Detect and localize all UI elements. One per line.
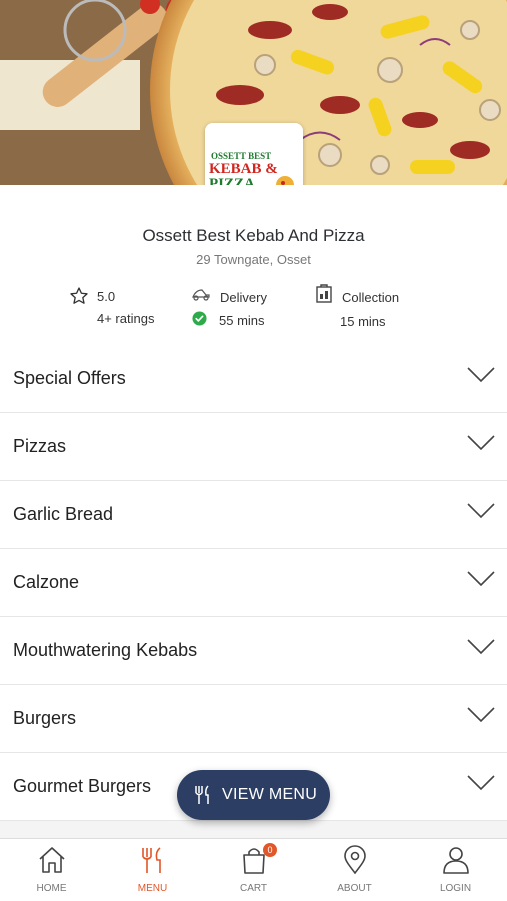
chevron-down-icon[interactable]	[467, 707, 495, 728]
collection-time: 15 mins	[340, 314, 386, 329]
tab-menu[interactable]: MENU	[102, 839, 203, 901]
svg-text:OSSETT BEST: OSSETT BEST	[211, 151, 271, 161]
category-calzone[interactable]: Calzone	[0, 549, 507, 617]
category-mouthwatering-kebabs[interactable]: Mouthwatering Kebabs	[0, 617, 507, 685]
chevron-down-icon[interactable]	[467, 503, 495, 524]
chevron-down-icon[interactable]	[467, 367, 495, 388]
category-garlic-bread[interactable]: Garlic Bread	[0, 481, 507, 549]
tab-home[interactable]: HOME	[1, 839, 102, 901]
chevron-down-icon[interactable]	[467, 639, 495, 660]
rating-value: 5.0	[97, 289, 116, 304]
bottom-tab-bar: HOME MENU CART 0 ABOUT LOGIN	[0, 838, 507, 901]
check-circle-icon	[192, 311, 207, 329]
category-label: Pizzas	[13, 436, 67, 456]
tab-label: ABOUT	[337, 883, 372, 894]
category-pizzas[interactable]: Pizzas	[0, 413, 507, 481]
user-icon	[441, 845, 471, 880]
home-icon	[37, 845, 67, 880]
category-label: Burgers	[13, 708, 77, 728]
collection-label: Collection	[342, 290, 400, 305]
utensils-icon	[193, 785, 213, 810]
tab-label: MENU	[137, 883, 168, 894]
star-icon	[69, 286, 89, 309]
svg-text:KEBAB &: KEBAB &	[209, 161, 278, 177]
tab-about[interactable]: ABOUT	[304, 839, 405, 901]
chevron-down-icon[interactable]	[467, 435, 495, 456]
category-label: Mouthwatering Kebabs	[13, 640, 198, 660]
chevron-down-icon[interactable]	[467, 571, 495, 592]
ratings-count: 4+ ratings	[97, 311, 155, 326]
view-menu-button[interactable]: VIEW MENU	[177, 770, 330, 820]
utensils-icon	[138, 845, 168, 880]
delivery-scooter-icon	[191, 286, 211, 305]
category-label: Gourmet Burgers	[13, 776, 152, 796]
tab-label: LOGIN	[439, 883, 472, 894]
menu-category-list: Special Offers Pizzas Garlic Bread Calzo…	[0, 345, 507, 821]
category-label: Special Offers	[13, 368, 126, 388]
map-pin-icon	[340, 845, 370, 880]
restaurant-address: 29 Towngate, Osset	[196, 252, 311, 267]
restaurant-info: Ossett Best Kebab And Pizza 29 Towngate,…	[0, 185, 507, 345]
view-menu-label: VIEW MENU	[222, 786, 318, 803]
category-special-offers[interactable]: Special Offers	[0, 345, 507, 413]
tab-label: HOME	[36, 883, 67, 894]
delivery-label: Delivery	[220, 290, 267, 305]
category-burgers[interactable]: Burgers	[0, 685, 507, 753]
delivery-time: 55 mins	[219, 313, 265, 328]
chevron-down-icon[interactable]	[467, 775, 495, 796]
tab-label: CART	[239, 883, 268, 894]
cart-count-badge: 0	[263, 843, 277, 857]
tab-login[interactable]: LOGIN	[405, 839, 506, 901]
restaurant-name: Ossett Best Kebab And Pizza	[142, 226, 365, 245]
category-label: Garlic Bread	[13, 504, 114, 524]
tab-cart[interactable]: CART	[203, 839, 304, 901]
collection-bag-icon	[315, 282, 333, 307]
category-label: Calzone	[13, 572, 80, 592]
